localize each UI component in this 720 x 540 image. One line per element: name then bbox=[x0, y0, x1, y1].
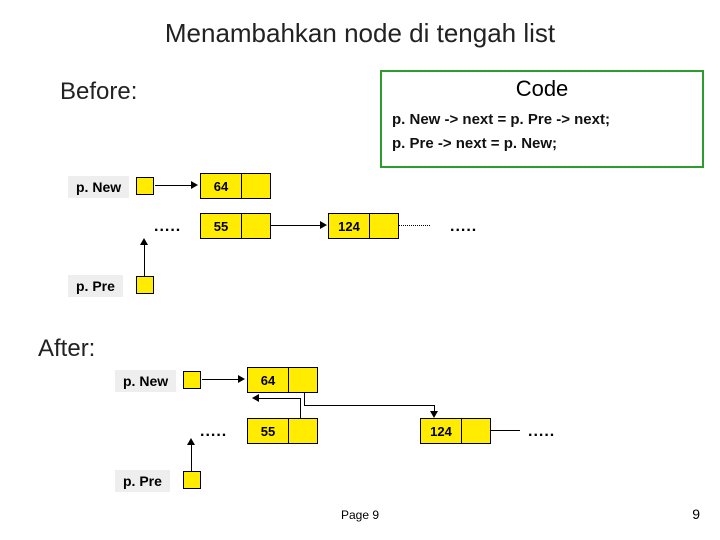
dots: ..... bbox=[450, 218, 477, 236]
arrow-head bbox=[430, 411, 438, 418]
after-node-55: 55 bbox=[247, 418, 318, 444]
before-node-55: 55 bbox=[200, 213, 271, 239]
node-value: 55 bbox=[201, 214, 242, 238]
before-node-124: 124 bbox=[328, 213, 399, 239]
arrow-line bbox=[300, 398, 301, 418]
after-label: After: bbox=[38, 335, 95, 363]
arrow-line bbox=[144, 245, 145, 276]
node-value: 55 bbox=[248, 419, 289, 443]
dotted-line bbox=[398, 225, 430, 226]
before-ppre-label: p. Pre bbox=[68, 275, 123, 297]
dots: ..... bbox=[154, 218, 181, 236]
after-pnew-label: p. New bbox=[115, 370, 176, 392]
after-ppre-label: p. Pre bbox=[115, 470, 170, 492]
after-node-64: 64 bbox=[247, 367, 318, 393]
node-ptr bbox=[242, 214, 270, 238]
slide-number: 9 bbox=[692, 506, 700, 522]
arrow bbox=[202, 379, 238, 380]
node-ptr bbox=[242, 174, 270, 198]
code-heading: Code bbox=[392, 76, 692, 102]
arrow bbox=[270, 225, 320, 226]
after-ppre-ptr-box bbox=[183, 471, 201, 489]
node-value: 124 bbox=[329, 214, 370, 238]
arrow-line bbox=[191, 445, 192, 471]
page-title: Menambahkan node di tengah list bbox=[0, 18, 720, 49]
arrow-head bbox=[140, 238, 148, 245]
after-pnew-ptr-box bbox=[183, 371, 201, 389]
arrow-line bbox=[259, 398, 300, 399]
code-line-1: p. New -> next = p. Pre -> next; bbox=[392, 108, 692, 132]
dots: ..... bbox=[200, 423, 227, 441]
after-node-124: 124 bbox=[420, 418, 491, 444]
before-label: Before: bbox=[60, 78, 137, 106]
arrow-head bbox=[238, 375, 245, 383]
node-ptr bbox=[370, 214, 398, 238]
arrow bbox=[155, 185, 191, 186]
before-ppre-ptr-box bbox=[136, 276, 154, 294]
node-ptr bbox=[289, 368, 317, 392]
code-box: Code p. New -> next = p. Pre -> next; p.… bbox=[380, 70, 704, 168]
arrow-head bbox=[252, 394, 259, 402]
before-node-64: 64 bbox=[200, 173, 271, 199]
before-pnew-ptr-box bbox=[136, 177, 154, 195]
arrow-line bbox=[490, 430, 520, 431]
arrow-head bbox=[320, 221, 327, 229]
node-value: 64 bbox=[248, 368, 289, 392]
arrow-head bbox=[191, 181, 198, 189]
page-number: Page 9 bbox=[0, 508, 720, 522]
before-pnew-label: p. New bbox=[68, 176, 129, 198]
arrow-line bbox=[304, 405, 434, 406]
code-line-2: p. Pre -> next = p. New; bbox=[392, 132, 692, 156]
node-ptr bbox=[289, 419, 317, 443]
node-value: 124 bbox=[421, 419, 462, 443]
node-ptr bbox=[462, 419, 490, 443]
dots: ..... bbox=[528, 423, 555, 441]
node-value: 64 bbox=[201, 174, 242, 198]
arrow-head bbox=[187, 438, 195, 445]
arrow-line bbox=[304, 392, 305, 406]
